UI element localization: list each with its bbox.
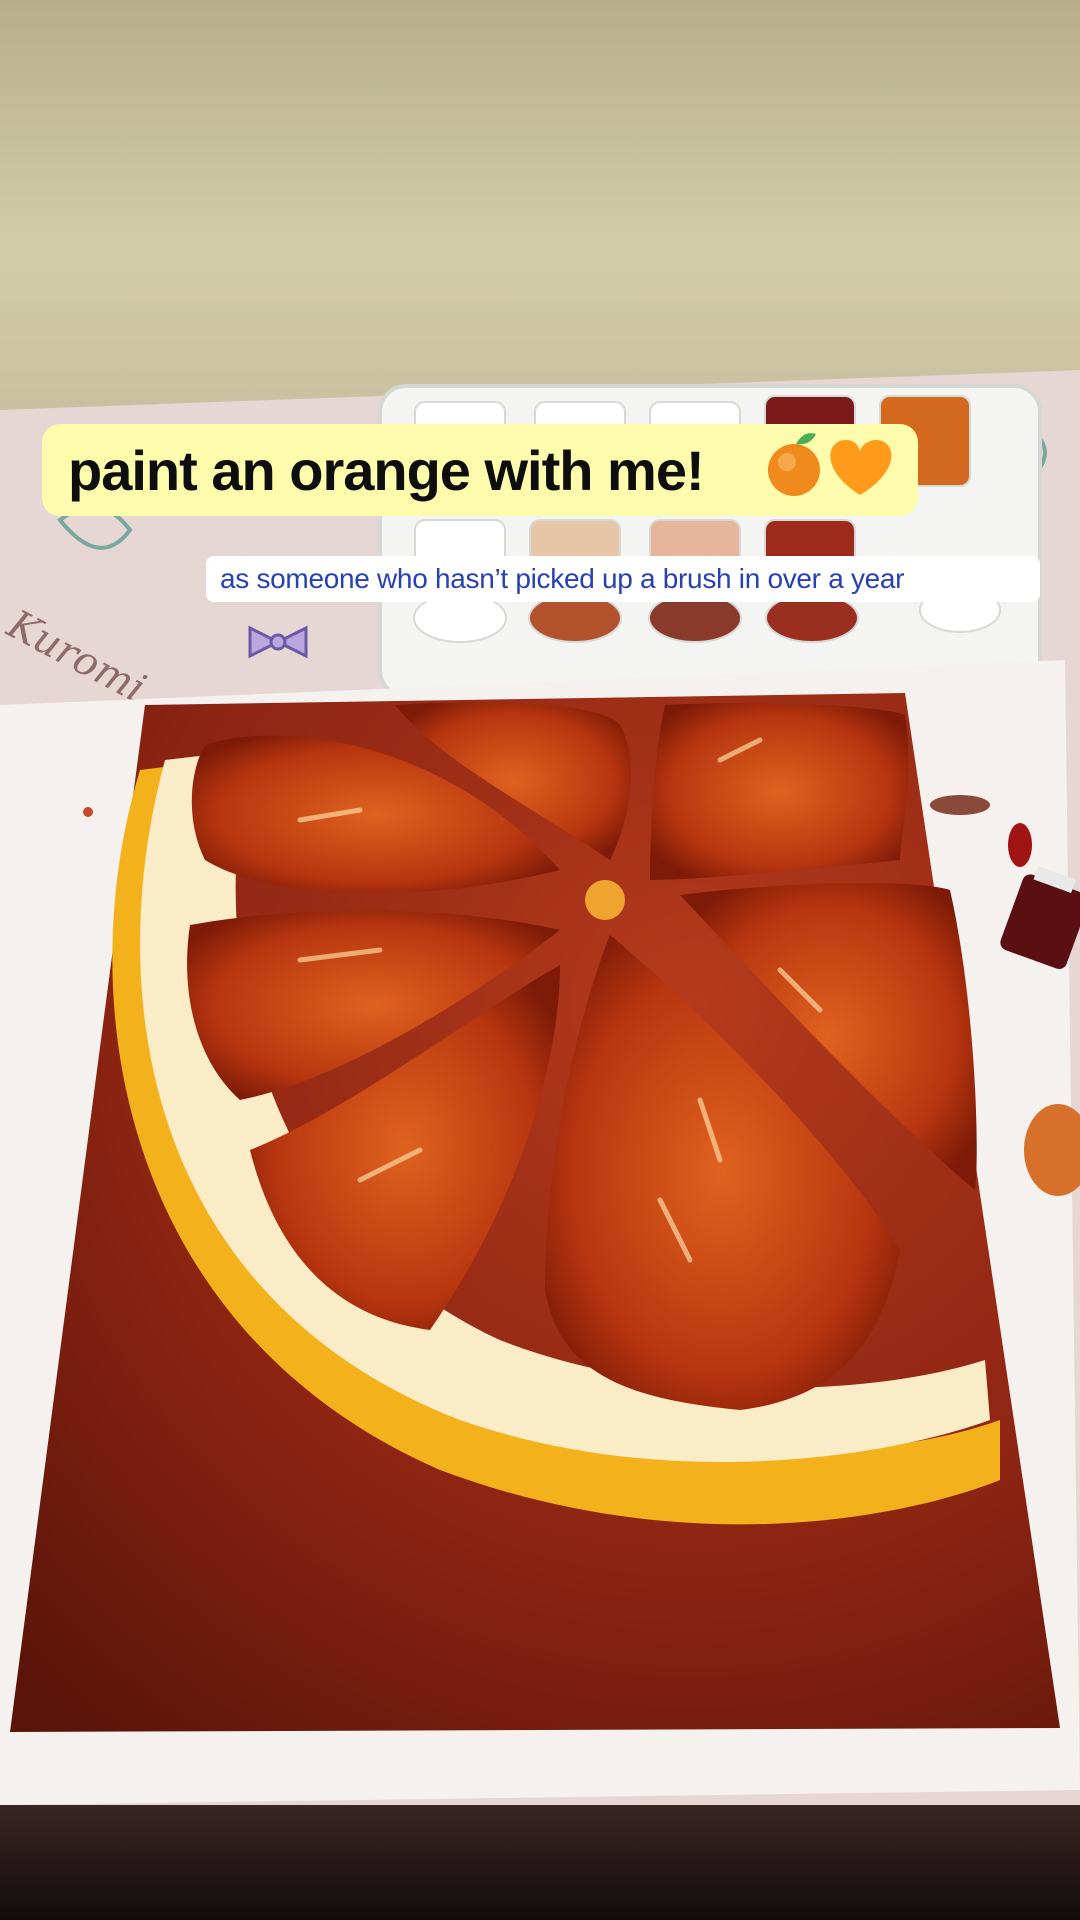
title-text: paint an orange with me!	[68, 438, 705, 502]
canvas-painting	[10, 693, 1060, 1732]
title-caption: paint an orange with me!	[42, 424, 918, 516]
wall	[0, 0, 1080, 410]
subtitle-text: as someone who hasn’t picked up a brush …	[220, 563, 905, 594]
photo-scene: Kuromi	[0, 0, 1080, 1920]
floor	[0, 1805, 1080, 1920]
subtitle-caption: as someone who hasn’t picked up a brush …	[206, 556, 1040, 602]
